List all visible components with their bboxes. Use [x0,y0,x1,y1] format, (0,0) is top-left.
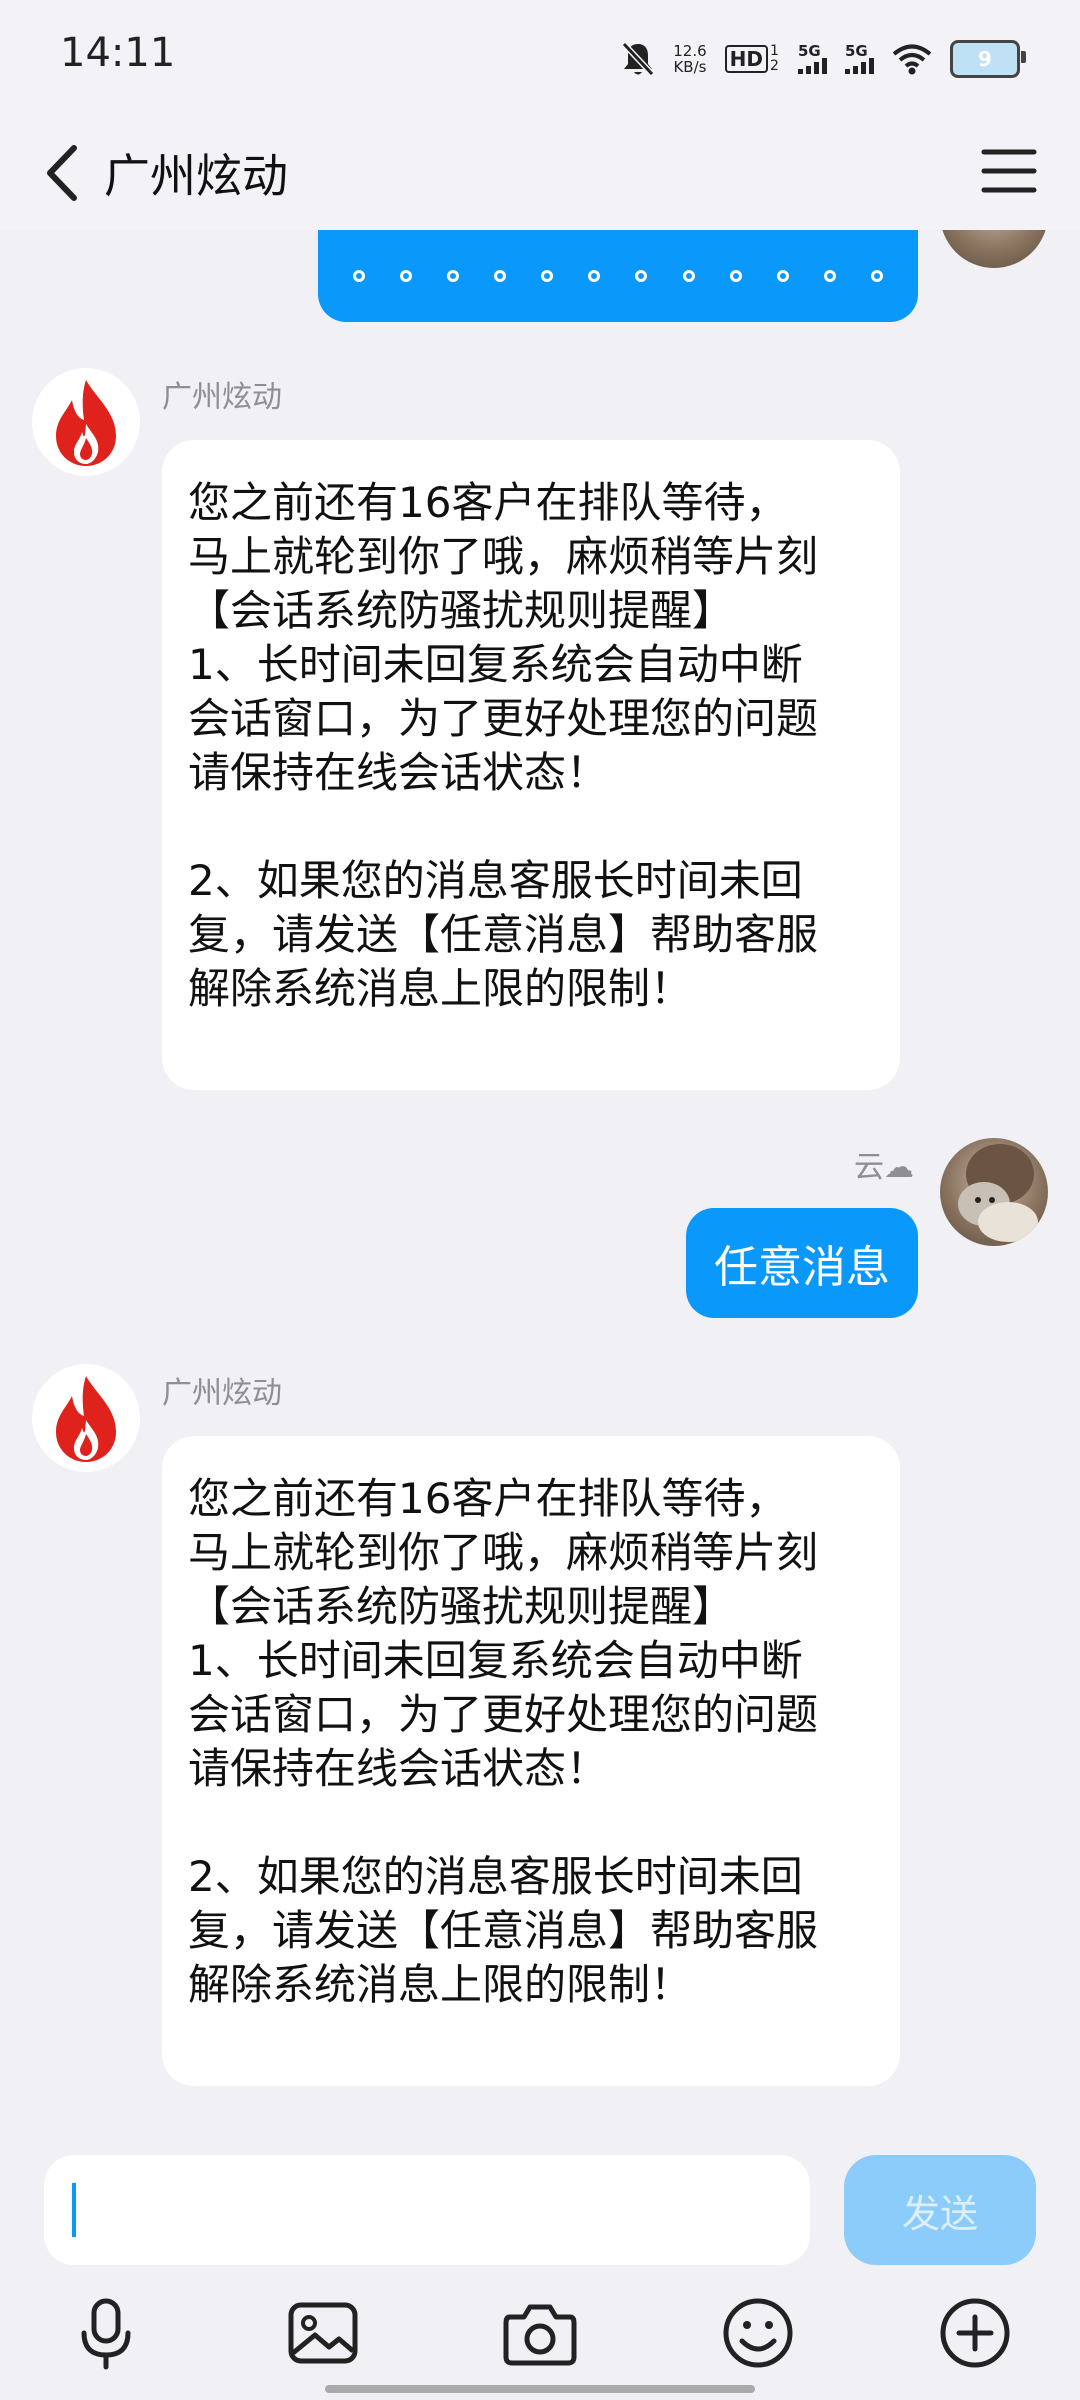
composer: 发送 [0,2135,1080,2400]
user-avatar[interactable] [940,1138,1048,1246]
image-icon[interactable] [285,2295,361,2371]
plus-icon[interactable] [937,2295,1013,2371]
sim1-label: 5G [798,42,821,60]
status-bar: 14:11 12.6 KB/s HD 1 2 5G 5G 9 [0,0,1080,116]
sender-name: 云☁ [854,1150,914,1185]
message-bubble[interactable]: 您之前还有16客户在排队等待， 马上就轮到你了哦，麻烦稍等片刻 【会话系统防骚扰… [162,1436,900,2086]
battery-level: 9 [978,47,992,71]
camera-icon[interactable] [502,2295,578,2371]
message-list[interactable]: 广州炫动 您之前还有16客户在排队等待， 马上就轮到你了哦，麻烦稍等片刻 【会话… [0,230,1080,2135]
cat-photo-icon [958,1144,1038,1242]
status-time: 14:11 [60,30,176,76]
hd-sub: 1 2 [770,43,779,74]
back-arrow-icon[interactable] [38,138,98,208]
net-speed-unit: KB/s [673,58,707,76]
avatar[interactable] [32,368,140,476]
flame-logo-icon [56,380,116,466]
sim2-signal-icon: 5G [845,44,874,74]
net-speed-value: 12.6 [673,42,707,60]
user-avatar[interactable] [940,230,1048,268]
status-icons: 12.6 KB/s HD 1 2 5G 5G 9 [621,36,1026,82]
chat-header: 广州炫动 [0,116,1080,230]
avatar[interactable] [32,1364,140,1472]
hd-label: HD [724,45,768,73]
message-bubble[interactable]: 您之前还有16客户在排队等待， 马上就轮到你了哦，麻烦稍等片刻 【会话系统防骚扰… [162,440,900,1090]
sender-name: 广州炫动 [162,1376,282,1411]
page-title: 广州炫动 [104,149,288,203]
send-button[interactable]: 发送 [844,2155,1036,2265]
pending-message-bubble[interactable] [318,230,918,322]
battery-icon: 9 [950,40,1026,78]
sim2-label: 5G [845,42,868,60]
message-bubble[interactable]: 任意消息 [686,1208,918,1318]
emoji-icon[interactable] [720,2295,796,2371]
flame-logo-icon [56,1376,116,1462]
wifi-icon [892,44,932,75]
microphone-icon[interactable] [68,2295,144,2371]
sender-name: 广州炫动 [162,380,282,415]
menu-icon[interactable] [978,144,1040,198]
sim1-signal-icon: 5G [798,44,827,74]
message-input[interactable] [44,2155,810,2265]
net-speed: 12.6 KB/s [673,43,706,75]
text-cursor [72,2183,76,2237]
home-indicator[interactable] [325,2385,755,2393]
mute-icon [622,41,655,77]
hd-indicator: HD 1 2 [724,43,780,74]
